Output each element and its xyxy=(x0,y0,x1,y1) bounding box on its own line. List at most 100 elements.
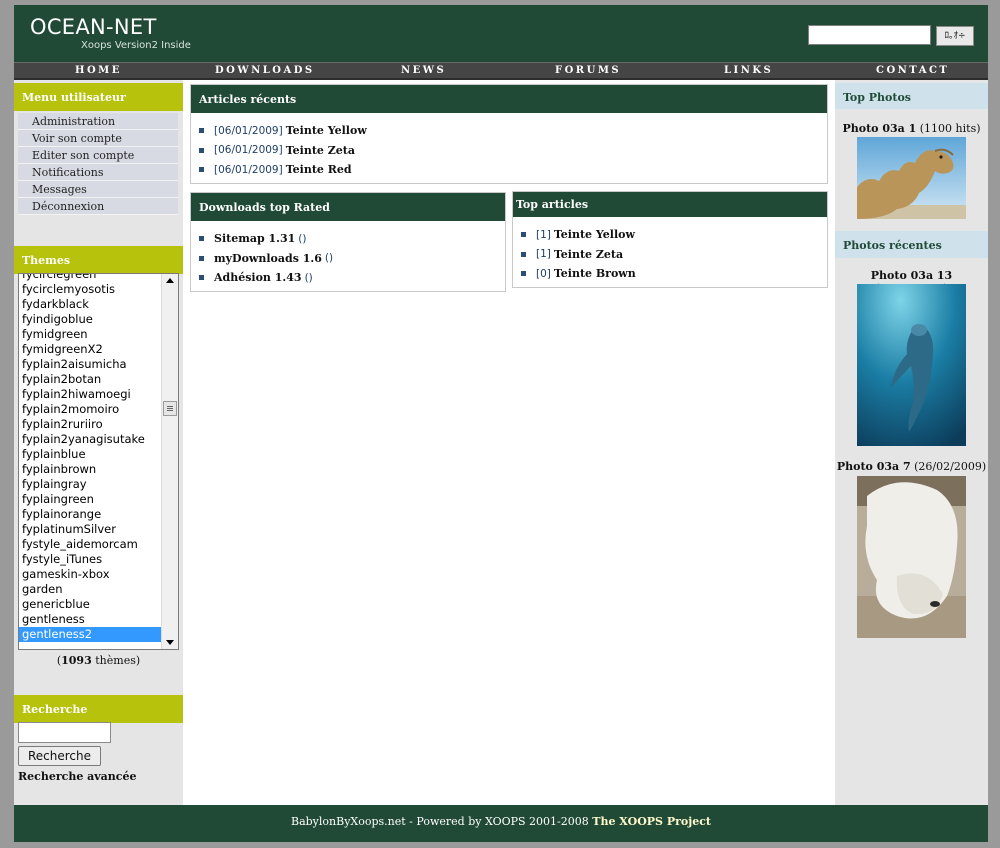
nav-news[interactable]: NEWS xyxy=(401,65,446,76)
list-item: myDownloads 1.6() xyxy=(199,249,505,269)
camel-image xyxy=(857,137,966,219)
themes-count: (1093 thèmes) xyxy=(56,654,141,667)
user-menu-edit-account[interactable]: Editer son compte xyxy=(18,147,178,164)
scroll-up-arrow-icon[interactable] xyxy=(166,278,174,283)
theme-option[interactable]: fyplain2momoiro xyxy=(19,402,178,417)
list-item: [06/01/2009] Teinte Yellow xyxy=(199,121,827,141)
download-rating: () xyxy=(298,232,307,245)
site-header: OCEAN-NET Xoops Version2 Inside ﾛ｡ｵ÷ xyxy=(14,5,988,62)
search-button[interactable]: Recherche xyxy=(18,746,101,766)
header-search-input[interactable] xyxy=(808,25,931,45)
nav-contact[interactable]: CONTACT xyxy=(876,65,949,76)
advanced-search-link[interactable]: Recherche avancée xyxy=(18,770,137,783)
download-link[interactable]: myDownloads 1.6 xyxy=(214,252,322,265)
scroll-thumb[interactable] xyxy=(163,401,177,416)
theme-option[interactable]: fyplain2hiwamoegi xyxy=(19,387,178,402)
downloads-title: Downloads top Rated xyxy=(191,193,505,221)
nav-forums[interactable]: FORUMS xyxy=(555,65,621,76)
download-link[interactable]: Sitemap 1.31 xyxy=(214,232,295,245)
theme-option[interactable]: fyplain2aisumicha xyxy=(19,357,178,372)
scroll-down-arrow-icon[interactable] xyxy=(166,640,174,645)
theme-option[interactable]: fystyle_aidemorcam xyxy=(19,537,178,552)
article-link[interactable]: Teinte Zeta xyxy=(554,248,623,261)
article-date: [06/01/2009] xyxy=(214,124,283,137)
article-link[interactable]: Teinte Yellow xyxy=(286,124,367,137)
user-menu-administration[interactable]: Administration xyxy=(18,113,178,130)
top-articles-list: [1] Teinte Yellow [1] Teinte Zeta [0] Teint… xyxy=(513,217,827,284)
site-logo-subtitle: Xoops Version2 Inside xyxy=(81,40,191,51)
nav-downloads[interactable]: DOWNLOADS xyxy=(215,65,315,76)
theme-option[interactable]: fydarkblack xyxy=(19,297,178,312)
theme-option[interactable]: fymidgreen xyxy=(19,327,178,342)
theme-option[interactable]: fyplatinumSilver xyxy=(19,522,178,537)
theme-option[interactable]: fymidgreenX2 xyxy=(19,342,178,357)
recent-articles-list: [06/01/2009] Teinte Yellow [06/01/2009] Te… xyxy=(191,113,827,180)
dolphin-photo[interactable] xyxy=(857,284,966,446)
themes-count-label: thèmes xyxy=(95,654,136,667)
theme-option[interactable]: fyplaingray xyxy=(19,477,178,492)
recent-photo-name[interactable]: Photo 03a 13 xyxy=(871,269,952,282)
article-link[interactable]: Teinte Red xyxy=(286,163,352,176)
bullet-icon xyxy=(521,251,526,257)
theme-option[interactable]: gameskin-xbox xyxy=(19,567,178,582)
top-articles-title: Top articles xyxy=(513,192,827,217)
bullet-icon xyxy=(199,147,204,153)
user-menu-notifications[interactable]: Notifications xyxy=(18,164,178,181)
bullet-icon xyxy=(199,255,204,261)
right-sidebar: Top Photos Photo 03a 1 (1100 hits) Photo… xyxy=(835,80,988,805)
search-title: Recherche xyxy=(14,695,183,723)
downloads-list: Sitemap 1.31() myDownloads 1.6() Adhésio… xyxy=(191,221,505,288)
theme-option[interactable]: fycirclegreen xyxy=(19,274,178,282)
top-articles-block: Top articles [1] Teinte Yellow [1] Teinte … xyxy=(512,191,828,288)
article-count: [0] xyxy=(536,267,551,280)
article-link[interactable]: Teinte Yellow xyxy=(554,228,635,241)
polar-bear-photo[interactable] xyxy=(857,476,966,638)
article-link[interactable]: Teinte Brown xyxy=(554,267,636,280)
top-photos-title: Top Photos xyxy=(835,83,988,109)
theme-option[interactable]: genericblue xyxy=(19,597,178,612)
themes-title: Themes xyxy=(14,246,183,274)
theme-option[interactable]: fyplainorange xyxy=(19,507,178,522)
user-menu-title: Menu utilisateur xyxy=(14,83,183,111)
theme-option[interactable]: garden xyxy=(19,582,178,597)
theme-option[interactable]: fyplain2yanagisutake xyxy=(19,432,178,447)
downloads-block: Downloads top Rated Sitemap 1.31() myDow… xyxy=(190,192,506,292)
themes-select-list[interactable]: fycirclegreen fycirclemyosotis fydarkblack… xyxy=(18,273,179,650)
top-photo-name[interactable]: Photo 03a 1 xyxy=(842,122,916,135)
theme-option[interactable]: fyplain2ruriiro xyxy=(19,417,178,432)
nav-home[interactable]: HOME xyxy=(75,65,122,76)
theme-option[interactable]: fystyle_iTunes xyxy=(19,552,178,567)
download-rating: () xyxy=(304,271,313,284)
dolphin-image xyxy=(857,284,966,446)
list-item: [06/01/2009] Teinte Zeta xyxy=(199,141,827,161)
download-link[interactable]: Adhésion 1.43 xyxy=(214,271,302,284)
themes-options: fycirclegreen fycirclemyosotis fydarkblack… xyxy=(19,274,178,642)
user-menu-view-account[interactable]: Voir son compte xyxy=(18,130,178,147)
theme-option[interactable]: fyplain2botan xyxy=(19,372,178,387)
footer-text: BabylonByXoops.net - Powered by XOOPS 20… xyxy=(290,815,589,828)
recent-photo-name[interactable]: Photo 03a 7 xyxy=(837,460,911,473)
recent-articles-block: Articles récents [06/01/2009] Teinte Yell… xyxy=(190,84,828,184)
camel-photo[interactable] xyxy=(857,137,966,219)
bullet-icon xyxy=(521,271,526,277)
theme-option[interactable]: fycirclemyosotis xyxy=(19,282,178,297)
recent-photo-caption: Photo 03a 7 (26/02/2009) xyxy=(835,460,988,473)
theme-option[interactable]: fyplaingreen xyxy=(19,492,178,507)
bullet-icon xyxy=(199,236,204,242)
theme-option[interactable]: gentleness xyxy=(19,612,178,627)
footer-xoops-link[interactable]: The XOOPS Project xyxy=(592,815,711,828)
left-sidebar: Menu utilisateur Administration Voir son… xyxy=(14,80,183,805)
site-logo-title[interactable]: OCEAN-NET xyxy=(30,15,157,39)
theme-option[interactable]: fyplainblue xyxy=(19,447,178,462)
themes-scrollbar[interactable] xyxy=(161,274,178,649)
header-search-button[interactable]: ﾛ｡ｵ÷ xyxy=(936,26,974,46)
nav-links[interactable]: LINKS xyxy=(724,65,773,76)
user-menu-messages[interactable]: Messages xyxy=(18,181,178,198)
theme-option[interactable]: fyplainbrown xyxy=(19,462,178,477)
theme-option[interactable]: fyindigoblue xyxy=(19,312,178,327)
article-link[interactable]: Teinte Zeta xyxy=(286,144,355,157)
user-menu-logout[interactable]: Déconnexion xyxy=(18,198,178,215)
search-input[interactable] xyxy=(18,722,111,743)
theme-option[interactable]: gentleness2 xyxy=(19,627,178,642)
list-item: [1] Teinte Zeta xyxy=(521,245,827,265)
